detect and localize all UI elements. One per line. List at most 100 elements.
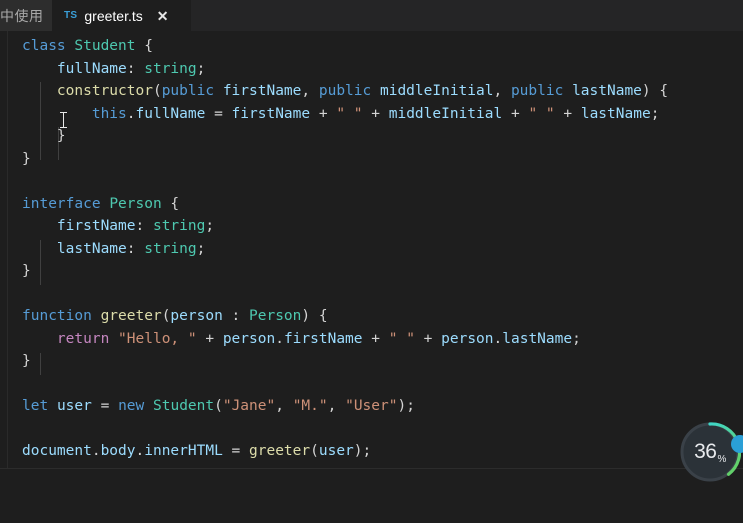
code-token: + (310, 105, 337, 122)
code-token: "User" (345, 398, 398, 414)
code-token: Student (153, 398, 215, 414)
code-token: new (118, 398, 145, 414)
code-token: fullName (56, 60, 127, 77)
code-token: body (100, 443, 136, 459)
code-line: let user = new Student("Jane", "M.", "Us… (22, 395, 668, 418)
code-token: lastName (502, 330, 573, 347)
code-token: public (161, 83, 215, 99)
code-token: . (126, 105, 136, 122)
code-token: innerHTML (144, 443, 223, 459)
code-token: return (56, 330, 110, 347)
code-line: fullName: string; (22, 58, 668, 81)
code-token: lastName (580, 105, 651, 122)
tab-greeter-ts[interactable]: TS greeter.ts ✕ (52, 0, 192, 31)
code-line: } (22, 125, 668, 148)
close-icon[interactable]: ✕ (157, 9, 169, 23)
progress-donut[interactable]: 36 % (679, 421, 741, 483)
code-token: . (493, 330, 503, 347)
code-token: + (362, 330, 389, 347)
code-token: let (22, 398, 49, 414)
code-token: person (222, 330, 276, 347)
code-token: } (22, 353, 31, 369)
code-token: firstName (56, 218, 136, 234)
code-token: greeter (249, 443, 311, 459)
code-token: public (318, 83, 372, 99)
code-line: interface Person { (22, 193, 668, 216)
code-line: this.fullName = firstName + " " + middle… (22, 103, 668, 126)
code-line: firstName: string; (22, 215, 668, 238)
code-token: ); (353, 443, 372, 459)
code-token: } (22, 263, 31, 279)
code-token: , (327, 398, 346, 414)
code-token: Person (109, 195, 162, 212)
code-token: constructor (56, 83, 153, 99)
code-token: : (126, 60, 145, 77)
code-token: firstName (222, 83, 302, 99)
code-token: ( (214, 398, 223, 414)
code-token: ( (310, 443, 319, 459)
code-token: "Hello, " (118, 330, 197, 347)
code-token: . (275, 330, 284, 347)
code-token: : (222, 308, 250, 324)
code-token: user (318, 443, 354, 459)
code-token: function (22, 308, 92, 324)
code-token: } (22, 128, 66, 144)
code-line: } (22, 260, 668, 283)
code-token: "M." (292, 398, 328, 414)
code-token: " " (528, 105, 555, 122)
code-token: ; (205, 218, 215, 234)
code-token: . (91, 443, 101, 459)
code-token: + (414, 330, 442, 347)
code-token: ; (196, 240, 206, 257)
code-token: "Jane" (222, 398, 276, 414)
code-token: ); (397, 398, 415, 414)
code-token: = (205, 105, 232, 122)
code-token: + (362, 105, 389, 122)
code-token: : (126, 240, 145, 257)
progress-unit: % (717, 454, 726, 465)
code-token: document (22, 443, 92, 459)
code-token: person (170, 308, 223, 324)
code-token: user (56, 398, 92, 414)
editor-bottom-divider (0, 468, 743, 469)
code-token: Person (249, 308, 302, 324)
tab-bar-empty-area (192, 0, 743, 31)
code-line: function greeter(person : Person) { (22, 305, 668, 328)
code-token: ( (152, 83, 162, 99)
code-token: . (135, 443, 145, 459)
inactive-tab[interactable]: 中使用 (0, 0, 52, 31)
code-line: constructor(public firstName, public mid… (22, 80, 668, 103)
secondary-indicator-dot[interactable] (731, 435, 743, 453)
code-token: fullName (135, 105, 206, 122)
code-editor[interactable]: class Student { fullName: string; constr… (0, 31, 743, 523)
code-token: ) { (641, 83, 669, 99)
code-token: Student (74, 38, 136, 54)
code-token: " " (336, 105, 363, 122)
code-token: string (144, 240, 197, 257)
code-token: firstName (231, 105, 311, 122)
code-token: { (161, 195, 180, 212)
progress-value: 36 (694, 440, 717, 463)
code-token: " " (388, 330, 415, 347)
code-token: , (275, 398, 293, 414)
code-content[interactable]: class Student { fullName: string; constr… (22, 35, 668, 463)
code-token: } (22, 150, 31, 167)
code-token: this (91, 105, 127, 122)
code-token: ) { (301, 308, 328, 324)
code-token: lastName (572, 83, 642, 99)
code-token: { (135, 38, 153, 54)
